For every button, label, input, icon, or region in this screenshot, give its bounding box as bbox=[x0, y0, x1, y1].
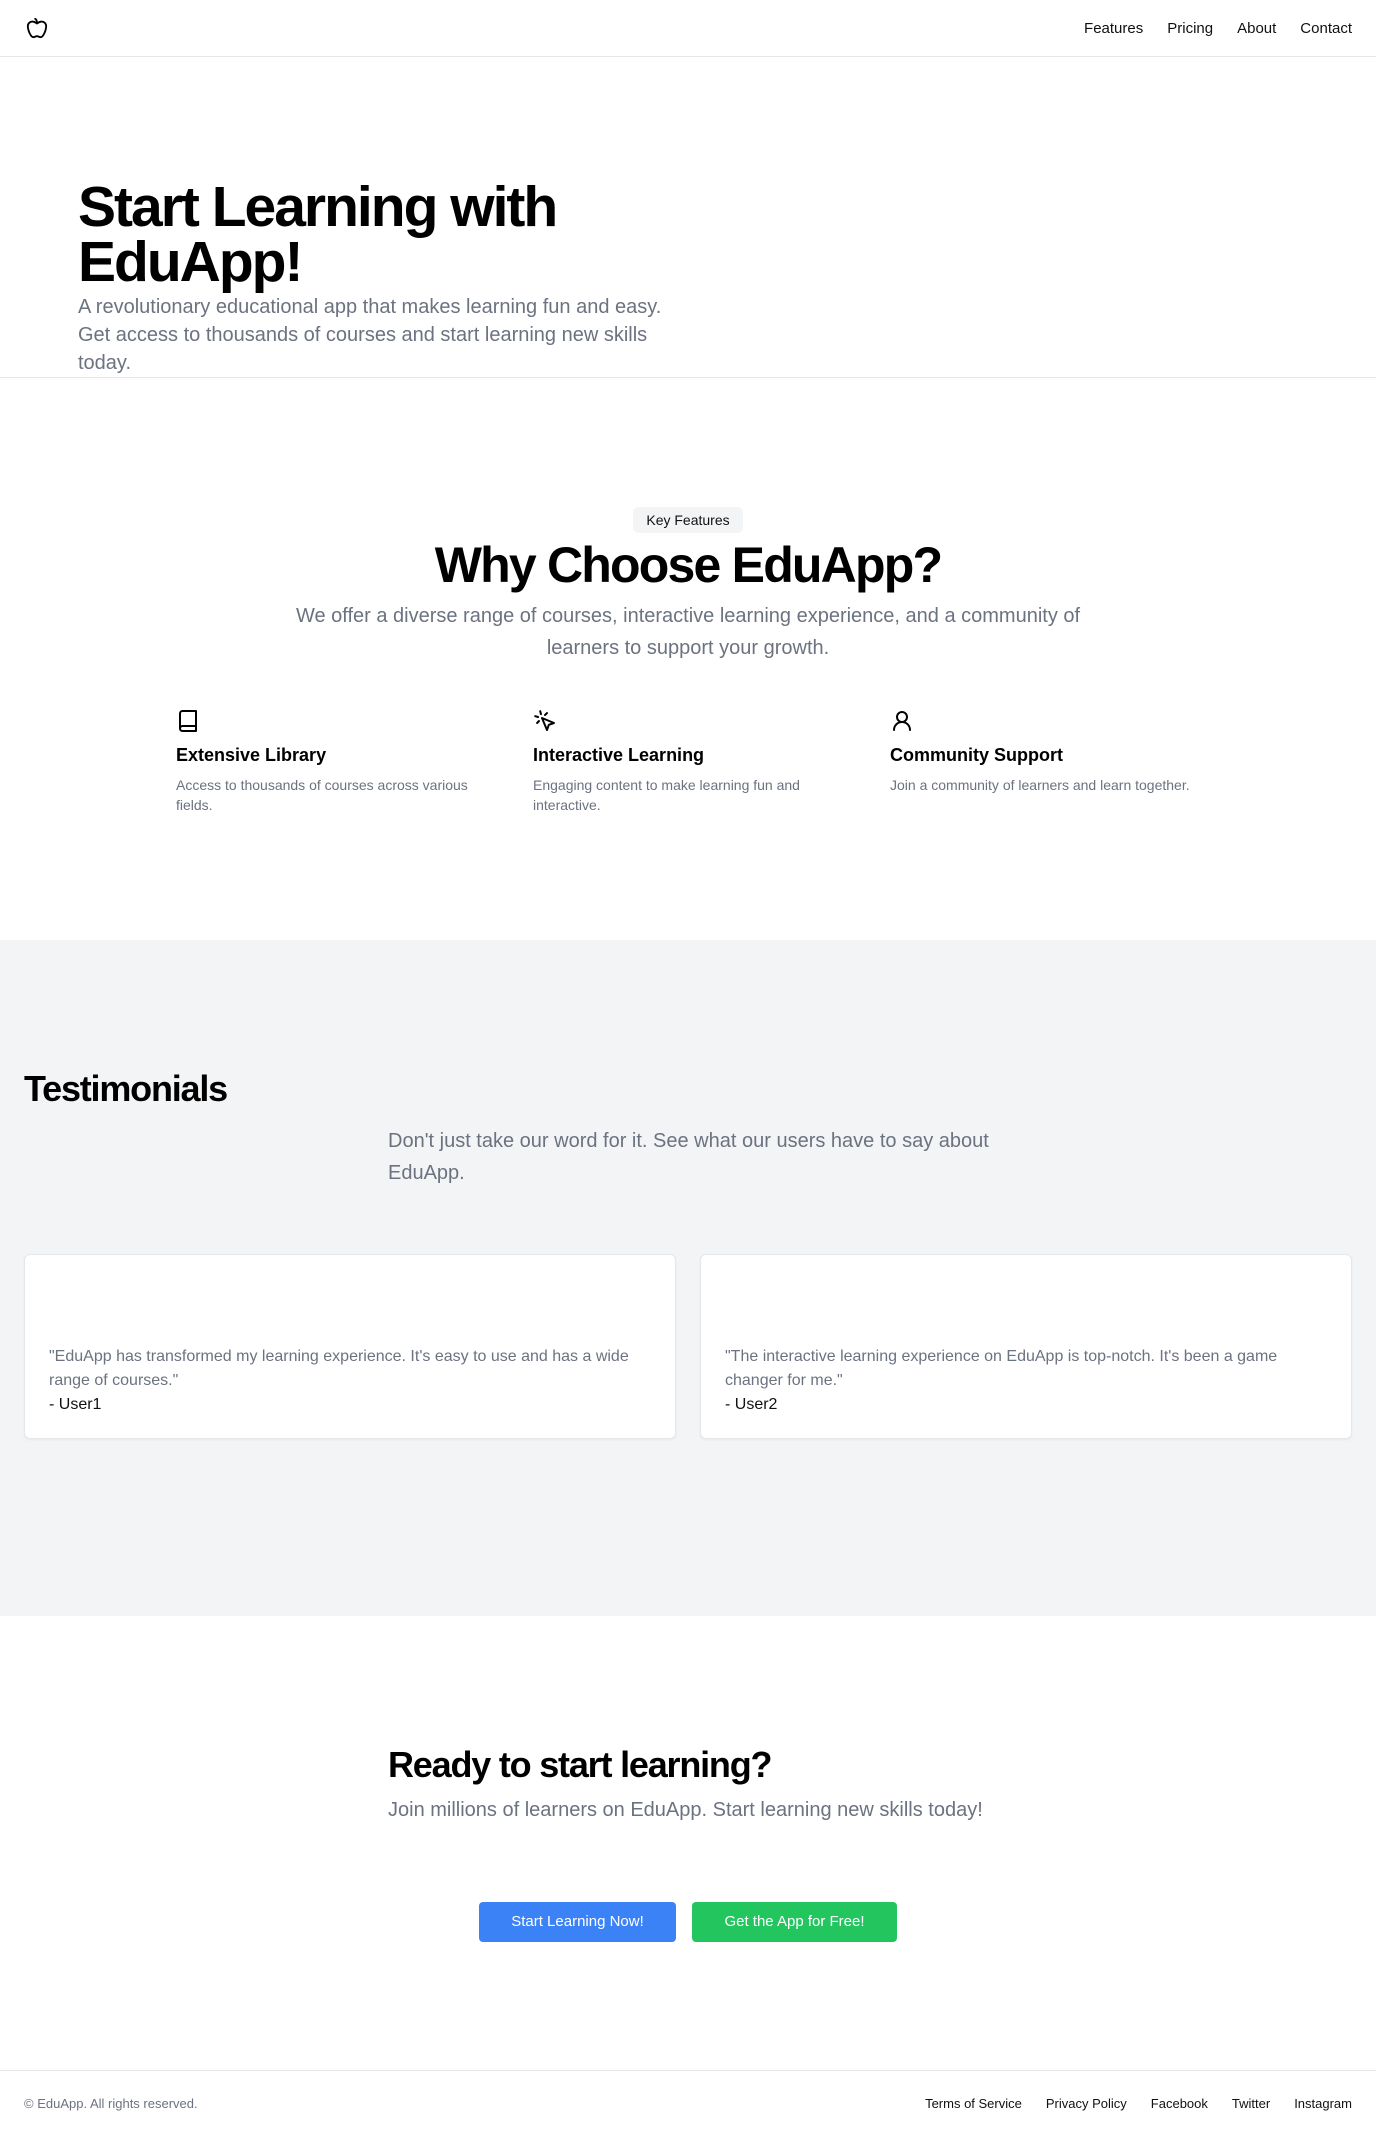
footer-link-twitter[interactable]: Twitter bbox=[1232, 2096, 1270, 2111]
feature-text: Engaging content to make learning fun an… bbox=[533, 777, 800, 813]
site-header: Features Pricing About Contact bbox=[0, 0, 1376, 57]
testimonials-lead: Don't just take our word for it. See wha… bbox=[388, 1130, 989, 1184]
testimonials-title: Testimonials bbox=[24, 1068, 228, 1109]
feature-extensive-library: Extensive Library Access to thousands of… bbox=[176, 709, 476, 815]
footer-link-privacy[interactable]: Privacy Policy bbox=[1046, 2096, 1127, 2111]
testimonial-card: "The interactive learning experience on … bbox=[700, 1254, 1352, 1439]
nav-link-contact[interactable]: Contact bbox=[1300, 20, 1352, 37]
nav-link-features[interactable]: Features bbox=[1084, 20, 1143, 37]
features-lead: We offer a diverse range of courses, int… bbox=[295, 605, 1081, 659]
testimonials-section: Testimonials Don't just take our word fo… bbox=[0, 940, 1376, 1616]
feature-title: Community Support bbox=[890, 745, 1063, 765]
get-app-button[interactable]: Get the App for Free! bbox=[692, 1902, 897, 1942]
hero-title: Start Learning with EduApp! bbox=[78, 175, 558, 294]
book-icon bbox=[176, 709, 200, 733]
feature-community-support: Community Support Join a community of le… bbox=[890, 709, 1190, 795]
testimonial-quote: "The interactive learning experience on … bbox=[725, 1348, 1278, 1389]
feature-text: Access to thousands of courses across va… bbox=[176, 777, 468, 813]
site-footer: © EduApp. All rights reserved. Terms of … bbox=[0, 2070, 1376, 2135]
footer-link-facebook[interactable]: Facebook bbox=[1151, 2096, 1208, 2111]
nav-link-about[interactable]: About bbox=[1237, 20, 1276, 37]
testimonial-card: "EduApp has transformed my learning expe… bbox=[24, 1254, 676, 1439]
apple-icon[interactable] bbox=[24, 15, 50, 41]
testimonial-author: - User1 bbox=[49, 1396, 102, 1413]
testimonial-quote: "EduApp has transformed my learning expe… bbox=[49, 1348, 629, 1389]
hero-section: Start Learning with EduApp! A revolution… bbox=[0, 57, 1376, 378]
cta-section: Ready to start learning? Join millions o… bbox=[0, 1616, 1376, 2070]
cta-title: Ready to start learning? bbox=[388, 1744, 772, 1785]
copyright-text: © EduApp. All rights reserved. bbox=[24, 2095, 198, 2111]
footer-link-instagram[interactable]: Instagram bbox=[1294, 2096, 1352, 2111]
main-nav: Features Pricing About Contact bbox=[1084, 20, 1352, 37]
nav-link-pricing[interactable]: Pricing bbox=[1167, 20, 1213, 37]
feature-text: Join a community of learners and learn t… bbox=[890, 777, 1190, 793]
user-icon bbox=[890, 709, 914, 733]
pointer-click-icon bbox=[533, 709, 557, 733]
cta-lead: Join millions of learners on EduApp. Sta… bbox=[388, 1799, 983, 1821]
testimonial-author: - User2 bbox=[725, 1396, 778, 1413]
start-learning-button[interactable]: Start Learning Now! bbox=[479, 1902, 676, 1942]
feature-title: Extensive Library bbox=[176, 745, 327, 765]
feature-title: Interactive Learning bbox=[533, 745, 705, 765]
features-section: Key Features Why Choose EduApp? We offer… bbox=[0, 378, 1376, 940]
footer-link-terms[interactable]: Terms of Service bbox=[925, 2096, 1022, 2111]
hero-subtitle: A revolutionary educational app that mak… bbox=[78, 296, 662, 374]
feature-interactive-learning: Interactive Learning Engaging content to… bbox=[533, 709, 833, 815]
key-features-badge: Key Features bbox=[633, 507, 743, 533]
footer-links: Terms of Service Privacy Policy Facebook… bbox=[925, 2096, 1352, 2111]
features-title: Why Choose EduApp? bbox=[434, 537, 943, 593]
